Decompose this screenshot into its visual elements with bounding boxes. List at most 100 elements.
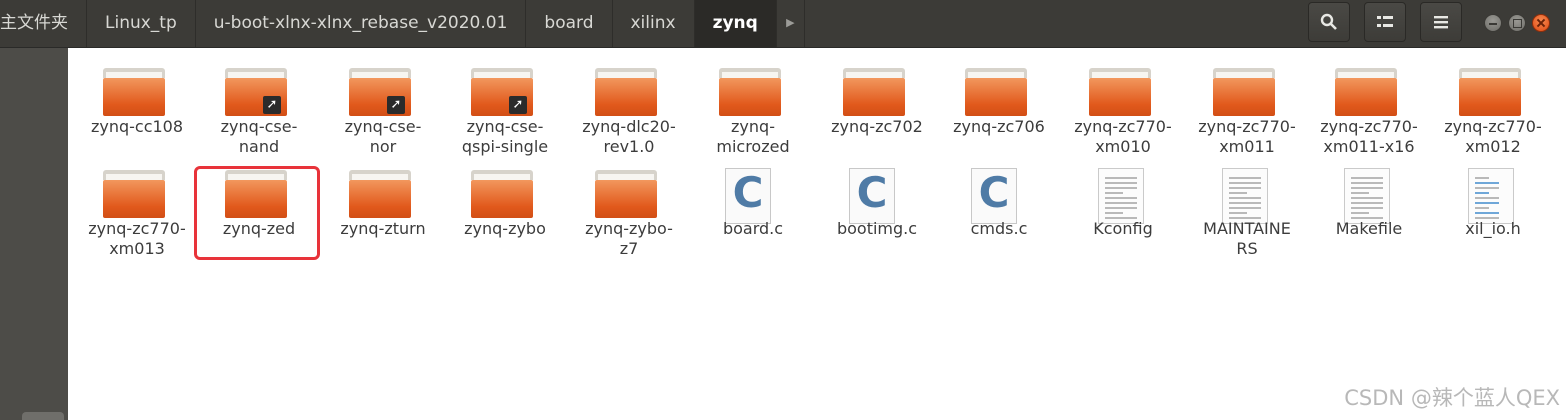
file-name-label: zynq-dlc20- rev1.0 (570, 117, 688, 157)
file-item[interactable]: ➚ zynq-cse-qspi-single (446, 64, 564, 164)
file-name-label: xil_io.h (1434, 219, 1552, 239)
breadcrumb-forward-arrow-icon[interactable]: ▶ (777, 0, 805, 47)
file-name-line: zynq-cse- (466, 117, 544, 136)
file-item[interactable]: zynq-zc702 (818, 64, 936, 164)
menu-button[interactable] (1420, 2, 1462, 42)
file-name-line: zynq-zc770- (1074, 117, 1172, 136)
text-file-icon (1222, 168, 1268, 224)
file-name-label: zynq-zc706 (940, 117, 1058, 137)
breadcrumb-zynq[interactable]: zynq (694, 0, 777, 47)
header-file-icon (1468, 168, 1514, 224)
file-name-label: zynq-zc770- xm011-x16 (1310, 117, 1428, 157)
file-item[interactable]: zynq-cc108 (78, 64, 196, 164)
view-toggle-button[interactable] (1364, 2, 1406, 42)
file-name-label: board.c (694, 219, 812, 239)
search-icon (1320, 13, 1337, 30)
file-item[interactable]: ➚ zynq-cse-nand (200, 64, 318, 164)
file-name-label: zynq-cse-qspi-single (446, 117, 564, 157)
file-name-line: board.c (722, 219, 784, 238)
breadcrumb-xilinx[interactable]: xilinx (613, 0, 695, 47)
file-name-label: zynq-zc770- xm010 (1064, 117, 1182, 157)
folder-icon (103, 68, 165, 116)
watermark: CSDN @辣个蓝人QEX (1344, 386, 1560, 410)
file-name-line: z7 (619, 239, 639, 258)
file-item[interactable]: ➚ zynq-cse-nor (324, 64, 442, 164)
folder-icon (1213, 68, 1275, 116)
folder-icon (965, 68, 1027, 116)
file-item[interactable]: zynq-dlc20- rev1.0 (570, 64, 688, 164)
file-name-line: cmds.c (970, 219, 1028, 238)
file-name-label: zynq-zc702 (818, 117, 936, 137)
file-name-line: zynq- (731, 117, 775, 136)
maximize-icon[interactable] (1508, 14, 1526, 32)
file-item[interactable]: Kconfig (1064, 166, 1182, 266)
folder-link-icon: ➚ (349, 68, 411, 116)
folder-icon (595, 68, 657, 116)
breadcrumb-linux-tp[interactable]: Linux_tp (87, 0, 196, 47)
file-name-line: zynq-zc770- (1444, 117, 1542, 136)
file-name-label: zynq-cc108 (78, 117, 196, 137)
file-name-line: MAINTAINE (1203, 219, 1291, 238)
file-name-line: zynq-zc770- (88, 219, 186, 238)
file-name-line: zynq-zc706 (953, 117, 1045, 136)
file-item[interactable]: xil_io.h (1434, 166, 1552, 266)
file-name-line: zynq-zc770- (1320, 117, 1418, 136)
folder-link-icon: ➚ (471, 68, 533, 116)
file-name-label: zynq-zybo (446, 219, 564, 239)
file-item[interactable]: zynq-zturn (324, 166, 442, 266)
file-item[interactable]: MAINTAINE RS (1188, 166, 1306, 266)
file-name-line: Kconfig (1093, 219, 1153, 238)
file-item[interactable]: zynq-zc770- xm011-x16 (1310, 64, 1428, 164)
file-name-line: zynq-zc770- (1198, 117, 1296, 136)
folder-icon (349, 170, 411, 218)
breadcrumb-home[interactable]: 主文件夹 (0, 0, 87, 47)
file-item[interactable]: Cboard.c (694, 166, 812, 266)
file-name-line: xm013 (109, 239, 165, 258)
file-item[interactable]: Cbootimg.c (818, 166, 936, 266)
file-item[interactable]: zynq-zybo (446, 166, 564, 266)
file-name-line: xm011 (1219, 137, 1275, 156)
file-name-label: bootimg.c (818, 219, 936, 239)
file-name-label: Kconfig (1064, 219, 1182, 239)
header-bar: 主文件夹 Linux_tp u-boot-xlnx-xlnx_rebase_v2… (0, 0, 1566, 48)
file-name-label: zynq-zc770- xm011 (1188, 117, 1306, 157)
minimize-icon[interactable] (1484, 14, 1502, 32)
file-item[interactable]: Makefile (1310, 166, 1428, 266)
file-item[interactable]: Ccmds.c (940, 166, 1058, 266)
file-name-label: Makefile (1310, 219, 1428, 239)
file-name-line: bootimg.c (836, 219, 918, 238)
file-item[interactable]: zynq-microzed (694, 64, 812, 164)
file-item[interactable]: zynq-zc770- xm010 (1064, 64, 1182, 164)
file-name-label: MAINTAINE RS (1188, 219, 1306, 259)
search-button[interactable] (1308, 2, 1350, 42)
file-item[interactable]: zynq-zybo-z7 (570, 166, 688, 266)
text-file-icon (1344, 168, 1390, 224)
breadcrumb-uboot[interactable]: u-boot-xlnx-xlnx_rebase_v2020.01 (196, 0, 527, 47)
file-name-line: xm011-x16 (1323, 137, 1415, 156)
file-name-label: zynq-microzed (694, 117, 812, 157)
file-name-line: zynq-zturn (340, 219, 426, 238)
file-item[interactable]: zynq-zc770- xm011 (1188, 64, 1306, 164)
selection-highlight-box (194, 166, 320, 260)
breadcrumb: 主文件夹 Linux_tp u-boot-xlnx-xlnx_rebase_v2… (0, 0, 805, 48)
folder-link-icon: ➚ (225, 68, 287, 116)
sidebar-scroll-handle[interactable] (22, 412, 64, 420)
folder-icon (1335, 68, 1397, 116)
text-file-icon (1098, 168, 1144, 224)
file-name-line: xil_io.h (1465, 219, 1521, 238)
file-item[interactable]: zynq-zc770- xm012 (1434, 64, 1552, 164)
c-source-file-icon: C (725, 168, 773, 224)
close-icon[interactable] (1532, 14, 1550, 32)
file-item[interactable]: zynq-zc770- xm013 (78, 166, 196, 266)
file-name-line: zynq-cse- (344, 117, 422, 136)
file-name-line: Makefile (1335, 219, 1403, 238)
file-name-line: qspi-single (461, 137, 549, 156)
sidebar (0, 48, 68, 420)
list-view-icon (1377, 16, 1393, 27)
file-name-label: zynq-zc770- xm013 (78, 219, 196, 259)
folder-icon (471, 170, 533, 218)
breadcrumb-board[interactable]: board (526, 0, 613, 47)
file-item[interactable]: zynq-zc706 (940, 64, 1058, 164)
file-name-label: zynq-cse-nor (324, 117, 442, 157)
file-name-line: zynq-dlc20- (582, 117, 676, 136)
